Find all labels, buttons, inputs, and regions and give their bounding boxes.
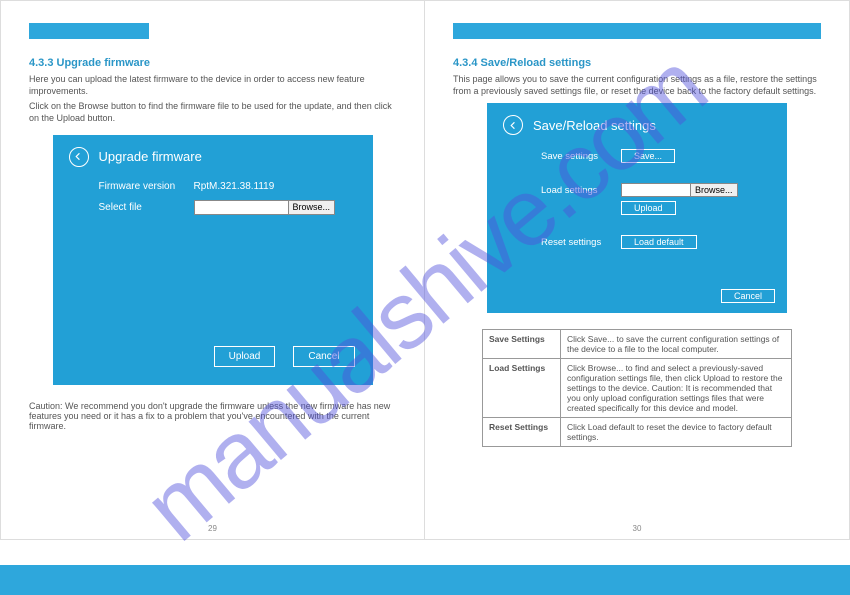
section-number: 4.3.3 Upgrade firmware (29, 57, 396, 69)
table-row: Load Settings Click Browse... to find an… (483, 359, 792, 418)
footer-bar (0, 565, 850, 595)
load-upload-button[interactable]: Upload (621, 201, 676, 215)
back-icon[interactable] (69, 147, 89, 167)
select-file-label: Select file (99, 202, 194, 213)
page-number: 29 (208, 524, 217, 533)
load-settings-label: Load settings (541, 183, 621, 196)
cell-label: Load Settings (483, 359, 561, 418)
file-input[interactable]: Browse... (194, 200, 336, 215)
cell-desc: Click Load default to reset the device t… (561, 418, 792, 447)
section-number: 4.3.4 Save/Reload settings (453, 57, 821, 69)
load-browse-button[interactable]: Browse... (691, 183, 738, 197)
file-path-field[interactable] (194, 200, 289, 215)
intro-text-1: Here you can upload the latest firmware … (29, 73, 396, 97)
save-button[interactable]: Save... (621, 149, 675, 163)
intro-text: This page allows you to save the current… (453, 73, 821, 97)
upload-button[interactable]: Upload (214, 346, 276, 367)
browse-button[interactable]: Browse... (289, 200, 336, 215)
save-reload-panel: Save/Reload settings Save settings Save.… (487, 103, 787, 313)
load-file-path-field[interactable] (621, 183, 691, 197)
cell-label: Reset Settings (483, 418, 561, 447)
firmware-version-label: Firmware version (99, 181, 194, 192)
firmware-version-value: RptM.321.38.1119 (194, 181, 275, 192)
page-right: 4.3.4 Save/Reload settings This page all… (425, 0, 850, 540)
page-number: 30 (633, 524, 642, 533)
table-row: Reset Settings Click Load default to res… (483, 418, 792, 447)
settings-description-table: Save Settings Click Save... to save the … (482, 329, 792, 447)
back-icon[interactable] (503, 115, 523, 135)
upgrade-firmware-panel: Upgrade firmware Firmware version RptM.3… (53, 135, 373, 385)
header-bar-right (453, 23, 821, 39)
save-settings-label: Save settings (541, 149, 621, 162)
cancel-button[interactable]: Cancel (721, 289, 775, 303)
cell-label: Save Settings (483, 330, 561, 359)
page-left: 4.3.3 Upgrade firmware Here you can uplo… (0, 0, 425, 540)
reset-settings-label: Reset settings (541, 235, 621, 248)
table-row: Save Settings Click Save... to save the … (483, 330, 792, 359)
cell-desc: Click Browse... to find and select a pre… (561, 359, 792, 418)
cell-desc: Click Save... to save the current config… (561, 330, 792, 359)
header-bar-left (29, 23, 149, 39)
intro-text-2: Click on the Browse button to find the f… (29, 100, 396, 124)
cancel-button[interactable]: Cancel (293, 346, 354, 367)
caution-text: Caution: We recommend you don't upgrade … (29, 401, 396, 431)
panel-title: Upgrade firmware (99, 149, 202, 164)
load-default-button[interactable]: Load default (621, 235, 697, 249)
load-file-input[interactable]: Browse... (621, 183, 771, 197)
panel-title: Save/Reload settings (533, 118, 656, 133)
